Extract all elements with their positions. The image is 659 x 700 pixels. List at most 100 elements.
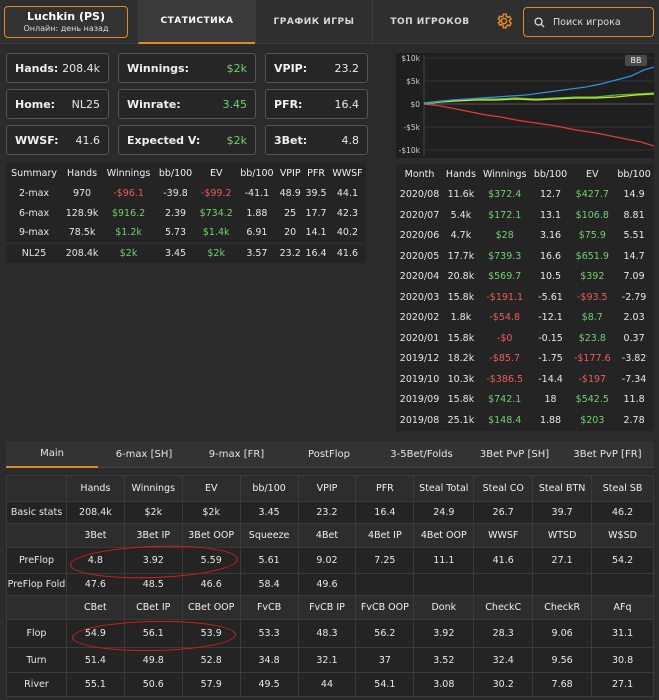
table-row: PreFlop 4.8 3.92 5.59 5.61 9.02 7.25 11.…: [6, 547, 654, 574]
tab-statistics[interactable]: СТАТИСТИКА: [138, 0, 255, 44]
col-header: VPIP: [297, 475, 357, 502]
col-header: Steal SB: [591, 475, 654, 502]
row-label: PreFlop: [6, 547, 67, 574]
table-row: 2020/08 11.6k $372.4 12.7 $427.7 14.9: [396, 185, 654, 206]
cell: $742.1: [488, 394, 522, 406]
profit-graph[interactable]: $10k $5k $0 -$5k -$10k: [396, 53, 655, 158]
tab-top-players[interactable]: ТОП ИГРОКОВ: [372, 0, 487, 44]
cell: 18: [544, 394, 557, 406]
cell: -39.8: [163, 187, 188, 199]
tab-main[interactable]: Main: [6, 441, 98, 468]
cell: 3.45: [239, 501, 299, 524]
cell: -$85.7: [489, 353, 520, 365]
cell: 7.09: [623, 271, 645, 283]
table-row: 2019/08 25.1k $148.4 1.88 $203 2.78: [396, 410, 654, 431]
cell: -41.1: [244, 187, 270, 199]
col-header: FvCB: [239, 595, 299, 620]
cell: 57.9: [181, 672, 241, 697]
cell: 2.78: [623, 414, 645, 426]
player-status: Онлайн: день назад: [23, 24, 109, 33]
cell: -$54.8: [489, 312, 520, 324]
col-header: bb/100: [533, 168, 568, 180]
cell: 2020/05: [399, 250, 440, 262]
stat-value: NL25: [71, 97, 100, 111]
tab-9max-fr[interactable]: 9-max [FR]: [190, 441, 283, 468]
table-row: 2020/02 1.8k -$54.8 -12.1 $8.7 2.03: [396, 308, 654, 329]
cell: 11.1: [413, 547, 475, 574]
col-header: 3Bet OOP: [181, 523, 241, 548]
cell: 23.2: [277, 241, 304, 263]
cell: 32.4: [473, 647, 534, 673]
search-icon: [534, 16, 545, 28]
cell: -$93.5: [576, 291, 608, 303]
cell: 1.88: [246, 207, 268, 219]
cell: $8.7: [581, 312, 603, 324]
cell: 2019/12: [399, 353, 440, 365]
tab-3bet-pvp-sh[interactable]: 3Bet PvP [SH]: [468, 441, 561, 468]
search-box[interactable]: [523, 7, 654, 37]
table-row: 2019/10 10.3k -$386.5 -14.4 -$197 -7.34: [396, 369, 654, 390]
cell: -5.61: [538, 291, 563, 303]
cell: 15.8k: [447, 291, 475, 303]
cell: 5.4k: [450, 209, 472, 221]
tab-3-5bet-folds[interactable]: 3-5Bet/Folds: [375, 441, 468, 468]
cell: 56.1: [123, 619, 183, 648]
cell: 20.8k: [447, 271, 475, 283]
cell: 2019/09: [399, 394, 440, 406]
col-header: Hands: [67, 167, 98, 179]
col-header: PFR: [307, 167, 325, 179]
cell: 41.6: [473, 547, 534, 574]
stat-expected-value: Expected V: $2k: [118, 125, 256, 155]
bb-toggle-button[interactable]: BB: [625, 55, 647, 66]
player-card[interactable]: Luchkin (PS) Онлайн: день назад: [4, 6, 128, 38]
stat-value: 208.4k: [62, 61, 100, 75]
cell: $1.2k: [115, 226, 142, 238]
cell: 41.6: [328, 241, 366, 263]
cell: $427.7: [575, 189, 609, 201]
cell: -14.4: [538, 373, 563, 385]
cell: 28.3: [473, 619, 534, 648]
cell: NL25: [6, 241, 63, 263]
cell: 44: [297, 672, 357, 697]
stat-winrate: Winrate: 3.45: [118, 89, 256, 119]
cell: 18.2k: [447, 353, 475, 365]
cell: -$177.6: [573, 353, 611, 365]
tab-3bet-pvp-fr[interactable]: 3Bet PvP [FR]: [561, 441, 654, 468]
stats-tab-bar: Main 6-max [SH] 9-max [FR] PostFlop 3-5B…: [6, 441, 654, 468]
tab-game-chart[interactable]: ГРАФИК ИГРЫ: [255, 0, 372, 44]
y-tick: -$5k: [403, 123, 420, 132]
cell: $542.5: [575, 394, 609, 406]
cell: 40.2: [336, 226, 359, 238]
cell: 48.5: [123, 573, 183, 596]
cell: 4.8: [65, 547, 125, 574]
cell: 47.6: [65, 573, 125, 596]
table-row: Turn 51.4 49.8 52.8 34.8 32.1 37 3.52 32…: [6, 647, 654, 673]
stat-label: Winnings:: [127, 61, 189, 75]
cell: $106.8: [575, 209, 609, 221]
gear-icon[interactable]: [494, 12, 514, 32]
cell: 6.91: [246, 226, 268, 238]
tab-postflop[interactable]: PostFlop: [283, 441, 375, 468]
col-header: Steal Total: [413, 475, 475, 502]
cell: 3.57: [236, 241, 278, 263]
search-input[interactable]: [553, 16, 643, 28]
y-tick: $5k: [406, 77, 421, 86]
cell: [473, 573, 534, 596]
col-header: FvCB IP: [297, 595, 357, 620]
cell: 1.8k: [450, 312, 472, 324]
top-bar: Luchkin (PS) Онлайн: день назад СТАТИСТИ…: [0, 0, 659, 44]
cell: 15.8k: [447, 332, 475, 344]
cell: 208.4k: [62, 241, 102, 263]
cell: 970: [72, 187, 92, 199]
table-row: 9-max 78.5k $1.2k 5.73 $1.4k 6.91 20 14.…: [6, 223, 366, 243]
table-row: 2020/01 15.8k -$0 -0.15 $23.8 0.37: [396, 328, 654, 349]
col-header: EV: [209, 167, 223, 179]
cell: 208.4k: [65, 501, 125, 524]
main-stats-table: Hands Winnings EV bb/100 VPIP PFR Steal …: [6, 475, 654, 697]
cell: 3.92: [413, 619, 475, 648]
col-header: Steal CO: [473, 475, 534, 502]
cell: 16.6: [539, 250, 562, 262]
cell: 49.5: [239, 672, 299, 697]
tab-6max-sh[interactable]: 6-max [SH]: [98, 441, 190, 468]
col-header: AFq: [591, 595, 654, 620]
